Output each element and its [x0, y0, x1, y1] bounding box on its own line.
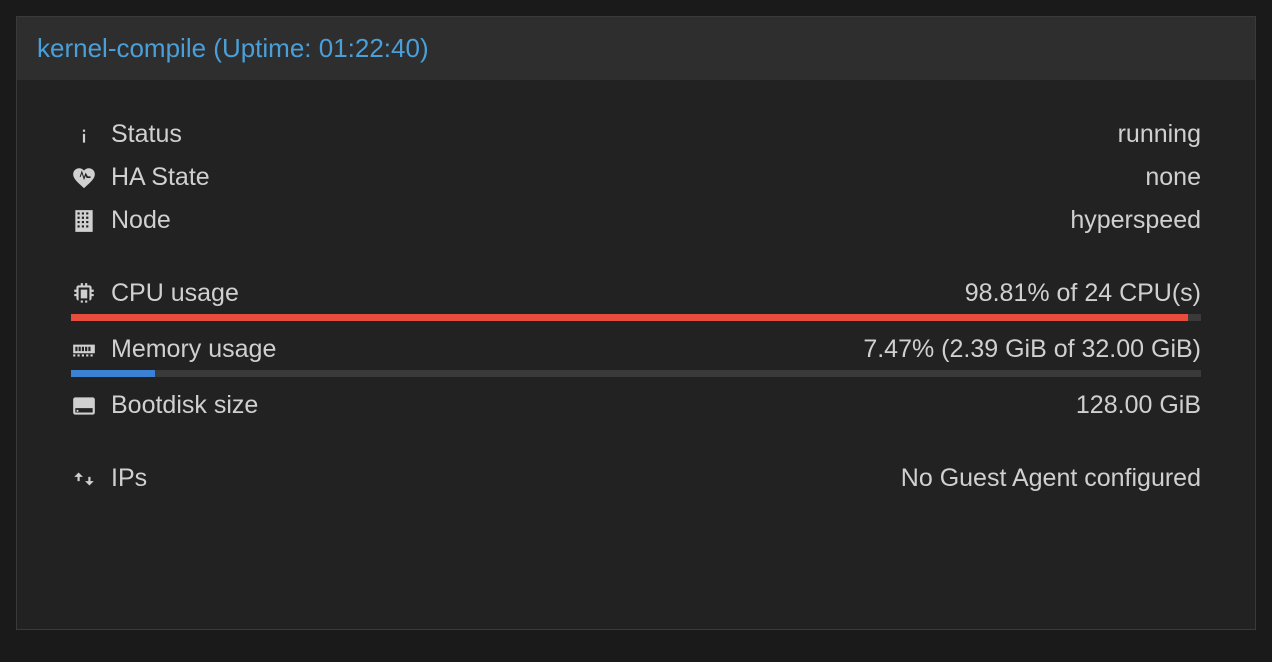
cpu-usage-block: CPU usage 98.81% of 24 CPU(s): [71, 279, 1201, 321]
cpu-bar-track: [71, 314, 1201, 321]
hdd-icon: [71, 393, 97, 419]
panel-header: kernel-compile (Uptime: 01:22:40): [17, 17, 1255, 80]
building-icon: [71, 208, 97, 234]
node-value: hyperspeed: [1070, 206, 1201, 235]
bootdisk-value: 128.00 GiB: [1076, 391, 1201, 420]
memory-icon: [71, 337, 97, 363]
ips-label: IPs: [111, 464, 147, 493]
memory-usage-block: Memory usage 7.47% (2.39 GiB of 32.00 Gi…: [71, 335, 1201, 377]
memory-bar-fill: [71, 370, 155, 377]
status-row: Status running: [71, 120, 1201, 149]
ha-state-value: none: [1145, 163, 1201, 192]
cpu-value: 98.81% of 24 CPU(s): [965, 279, 1201, 308]
ips-value: No Guest Agent configured: [901, 464, 1201, 493]
panel-body: Status running HA State none Node hypers…: [17, 80, 1255, 629]
bootdisk-row: Bootdisk size 128.00 GiB: [71, 391, 1201, 420]
status-panel: kernel-compile (Uptime: 01:22:40) Status…: [16, 16, 1256, 630]
panel-title: kernel-compile (Uptime: 01:22:40): [37, 33, 429, 63]
status-label: Status: [111, 120, 182, 149]
node-label: Node: [111, 206, 171, 235]
ha-state-row: HA State none: [71, 163, 1201, 192]
ips-row: IPs No Guest Agent configured: [71, 464, 1201, 493]
heartbeat-icon: [71, 165, 97, 191]
status-value: running: [1118, 120, 1201, 149]
cpu-icon: [71, 281, 97, 307]
cpu-bar-fill: [71, 314, 1188, 321]
bootdisk-label: Bootdisk size: [111, 391, 258, 420]
memory-value: 7.47% (2.39 GiB of 32.00 GiB): [863, 335, 1201, 364]
node-row: Node hyperspeed: [71, 206, 1201, 235]
info-icon: [71, 122, 97, 148]
exchange-icon: [71, 466, 97, 492]
cpu-label: CPU usage: [111, 279, 239, 308]
memory-label: Memory usage: [111, 335, 276, 364]
memory-bar-track: [71, 370, 1201, 377]
ha-state-label: HA State: [111, 163, 210, 192]
